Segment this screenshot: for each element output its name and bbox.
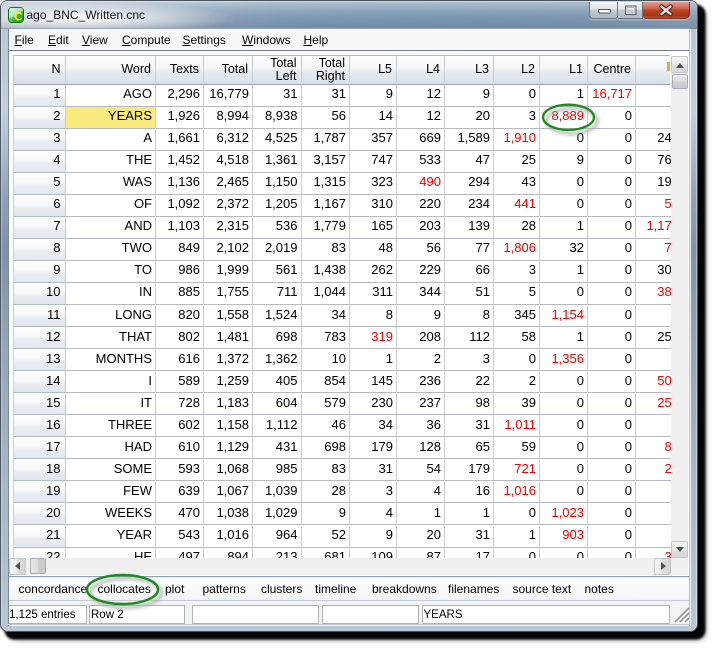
svg-text:C: C — [14, 12, 22, 23]
